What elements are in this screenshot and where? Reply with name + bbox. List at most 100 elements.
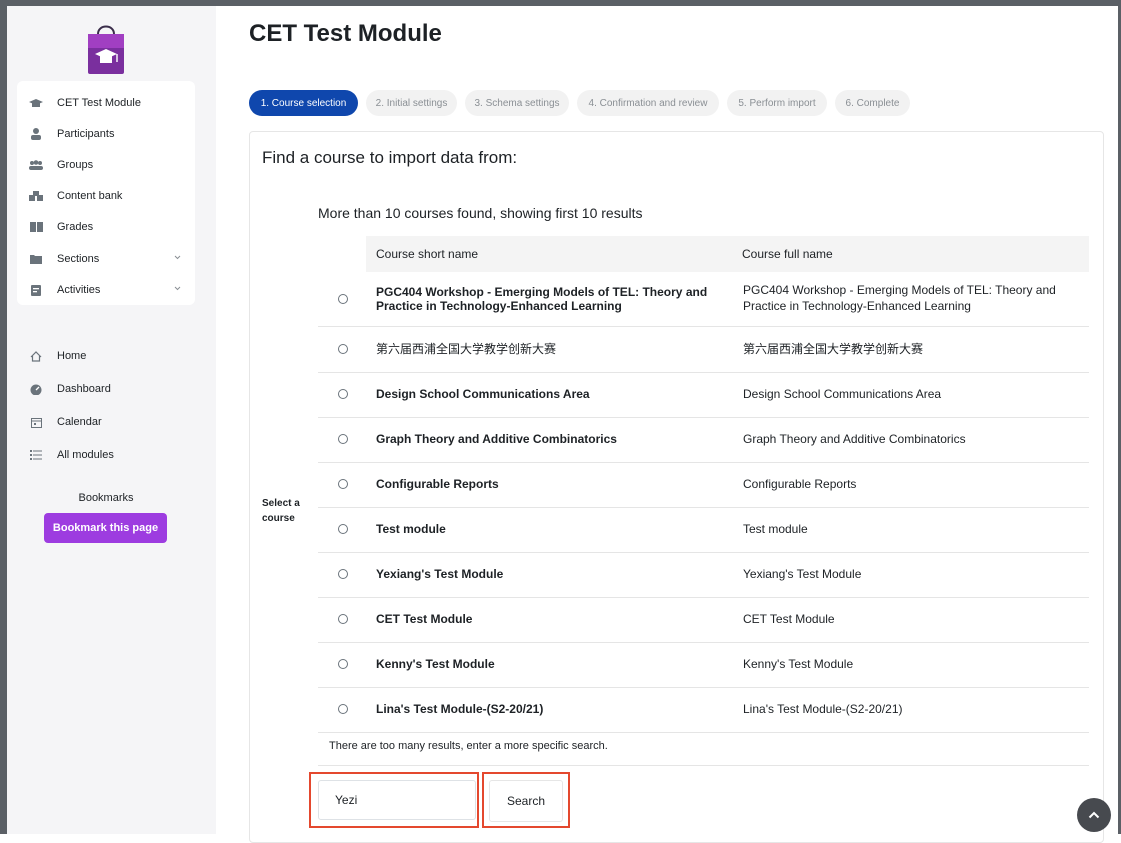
course-radio[interactable] [338, 479, 348, 489]
course-radio[interactable] [338, 294, 348, 304]
sidebar-item-content-bank[interactable]: Content bank [17, 184, 195, 208]
course-full-name: Graph Theory and Additive Combinatorics [743, 432, 966, 446]
sidebar-item-label: Sections [57, 253, 100, 265]
user-icon [29, 128, 43, 140]
sidebar-item-course-home[interactable]: CET Test Module [17, 91, 195, 115]
step-course-selection[interactable]: 1. Course selection [249, 90, 358, 116]
course-short-name: Test module [376, 522, 446, 536]
divider [318, 765, 1089, 766]
window-frame-left [0, 0, 7, 834]
table-row[interactable]: Design School Communications Area Design… [318, 372, 1089, 418]
sidebar-item-calendar[interactable]: Calendar [17, 410, 195, 434]
course-short-name: PGC404 Workshop - Emerging Models of TEL… [376, 285, 708, 313]
sidebar-item-label: CET Test Module [57, 97, 141, 109]
cubes-icon [29, 190, 43, 202]
sidebar-item-label: Participants [57, 128, 115, 140]
step-perform-import[interactable]: 5. Perform import [727, 90, 827, 116]
course-short-name: Design School Communications Area [376, 387, 590, 401]
course-radio[interactable] [338, 704, 348, 714]
folder-icon [29, 253, 43, 265]
bookmark-page-button[interactable]: Bookmark this page [44, 513, 167, 543]
step-initial-settings[interactable]: 2. Initial settings [366, 90, 457, 116]
course-full-name: Design School Communications Area [743, 387, 942, 401]
bookmarks-heading: Bookmarks [78, 492, 134, 504]
table-row[interactable]: Yexiang's Test Module Yexiang's Test Mod… [318, 552, 1089, 598]
back-to-top-button[interactable] [1077, 798, 1111, 832]
course-full-name: 第六届西浦全国大学教学创新大赛 [743, 342, 924, 356]
course-nav-card: CET Test Module Participants Groups Cont… [17, 81, 195, 305]
sidebar-item-label: All modules [57, 449, 114, 461]
course-full-name: Lina's Test Module-(S2-20/21) [743, 702, 903, 716]
course-full-name: CET Test Module [743, 612, 835, 626]
book-icon [29, 221, 43, 233]
course-radio[interactable] [338, 389, 348, 399]
chevron-up-icon [1088, 811, 1100, 819]
course-short-name: CET Test Module [376, 612, 473, 626]
step-schema-settings[interactable]: 3. Schema settings [465, 90, 569, 116]
table-row[interactable]: Graph Theory and Additive Combinatorics … [318, 417, 1089, 463]
step-confirmation-review[interactable]: 4. Confirmation and review [577, 90, 719, 116]
course-full-name: Yexiang's Test Module [743, 567, 862, 581]
sidebar-item-label: Groups [57, 159, 94, 171]
users-icon [29, 159, 43, 171]
chevron-down-icon[interactable] [174, 255, 181, 260]
sidebar-item-label: Dashboard [57, 383, 111, 395]
sidebar-item-activities[interactable]: Activities [17, 278, 195, 302]
sidebar-item-label: Content bank [57, 190, 123, 202]
site-logo[interactable] [84, 20, 128, 76]
highlight-box-search-button [482, 772, 570, 828]
course-short-name: Graph Theory and Additive Combinatorics [376, 432, 617, 446]
sidebar-item-dashboard[interactable]: Dashboard [17, 377, 195, 401]
course-short-name: Kenny's Test Module [376, 657, 495, 671]
table-row[interactable]: Kenny's Test Module Kenny's Test Module [318, 642, 1089, 688]
list-icon [29, 449, 43, 461]
table-row[interactable]: PGC404 Workshop - Emerging Models of TEL… [318, 272, 1089, 327]
course-radio[interactable] [338, 614, 348, 624]
step-complete[interactable]: 6. Complete [835, 90, 910, 116]
sidebar-item-grades[interactable]: Grades [17, 215, 195, 239]
sidebar-item-label: Grades [57, 221, 94, 233]
sidebar-item-label: Activities [57, 284, 101, 296]
graduation-cap-icon [29, 97, 43, 109]
column-header-full-name: Course full name [742, 247, 833, 261]
course-short-name: Configurable Reports [376, 477, 499, 491]
course-full-name: Configurable Reports [743, 477, 857, 491]
select-course-label: Select a course [262, 498, 300, 524]
course-radio[interactable] [338, 434, 348, 444]
home-icon [29, 350, 43, 362]
table-row[interactable]: Test module Test module [318, 507, 1089, 553]
page-title: CET Test Module [249, 20, 442, 47]
course-radio[interactable] [338, 569, 348, 579]
results-count: More than 10 courses found, showing firs… [318, 205, 643, 221]
sidebar-item-home[interactable]: Home [17, 344, 195, 368]
table-header: Course short name Course full name [366, 236, 1089, 272]
highlight-box-search-input [309, 772, 479, 828]
sidebar-item-all-modules[interactable]: All modules [17, 443, 195, 467]
sidebar-item-label: Calendar [57, 416, 102, 428]
sidebar-item-label: Home [57, 350, 87, 362]
table-row[interactable]: Configurable Reports Configurable Report… [318, 462, 1089, 508]
course-short-name: Yexiang's Test Module [376, 567, 504, 581]
course-radio[interactable] [338, 344, 348, 354]
course-radio[interactable] [338, 659, 348, 669]
table-row[interactable]: 第六届西浦全国大学教学创新大赛 第六届西浦全国大学教学创新大赛 [318, 327, 1089, 373]
sidebar-item-participants[interactable]: Participants [17, 122, 195, 146]
sidebar-item-sections[interactable]: Sections [17, 247, 195, 271]
course-full-name: Test module [743, 522, 808, 536]
dashboard-icon [29, 383, 43, 395]
table-row[interactable]: CET Test Module CET Test Module [318, 597, 1089, 643]
calendar-icon [29, 416, 43, 428]
course-full-name: PGC404 Workshop - Emerging Models of TEL… [743, 283, 1056, 313]
course-radio[interactable] [338, 524, 348, 534]
activities-icon [29, 284, 43, 296]
chevron-down-icon[interactable] [174, 286, 181, 291]
course-full-name: Kenny's Test Module [743, 657, 854, 671]
course-short-name: Lina's Test Module-(S2-20/21) [376, 702, 544, 716]
card-title: Find a course to import data from: [262, 148, 518, 167]
import-steps: 1. Course selection 2. Initial settings … [249, 90, 918, 116]
sidebar-item-groups[interactable]: Groups [17, 153, 195, 177]
course-short-name: 第六届西浦全国大学教学创新大赛 [376, 342, 557, 356]
table-row[interactable]: Lina's Test Module-(S2-20/21) Lina's Tes… [318, 687, 1089, 733]
column-header-short-name: Course short name [376, 247, 479, 261]
too-many-results-note: There are too many results, enter a more… [329, 740, 608, 752]
